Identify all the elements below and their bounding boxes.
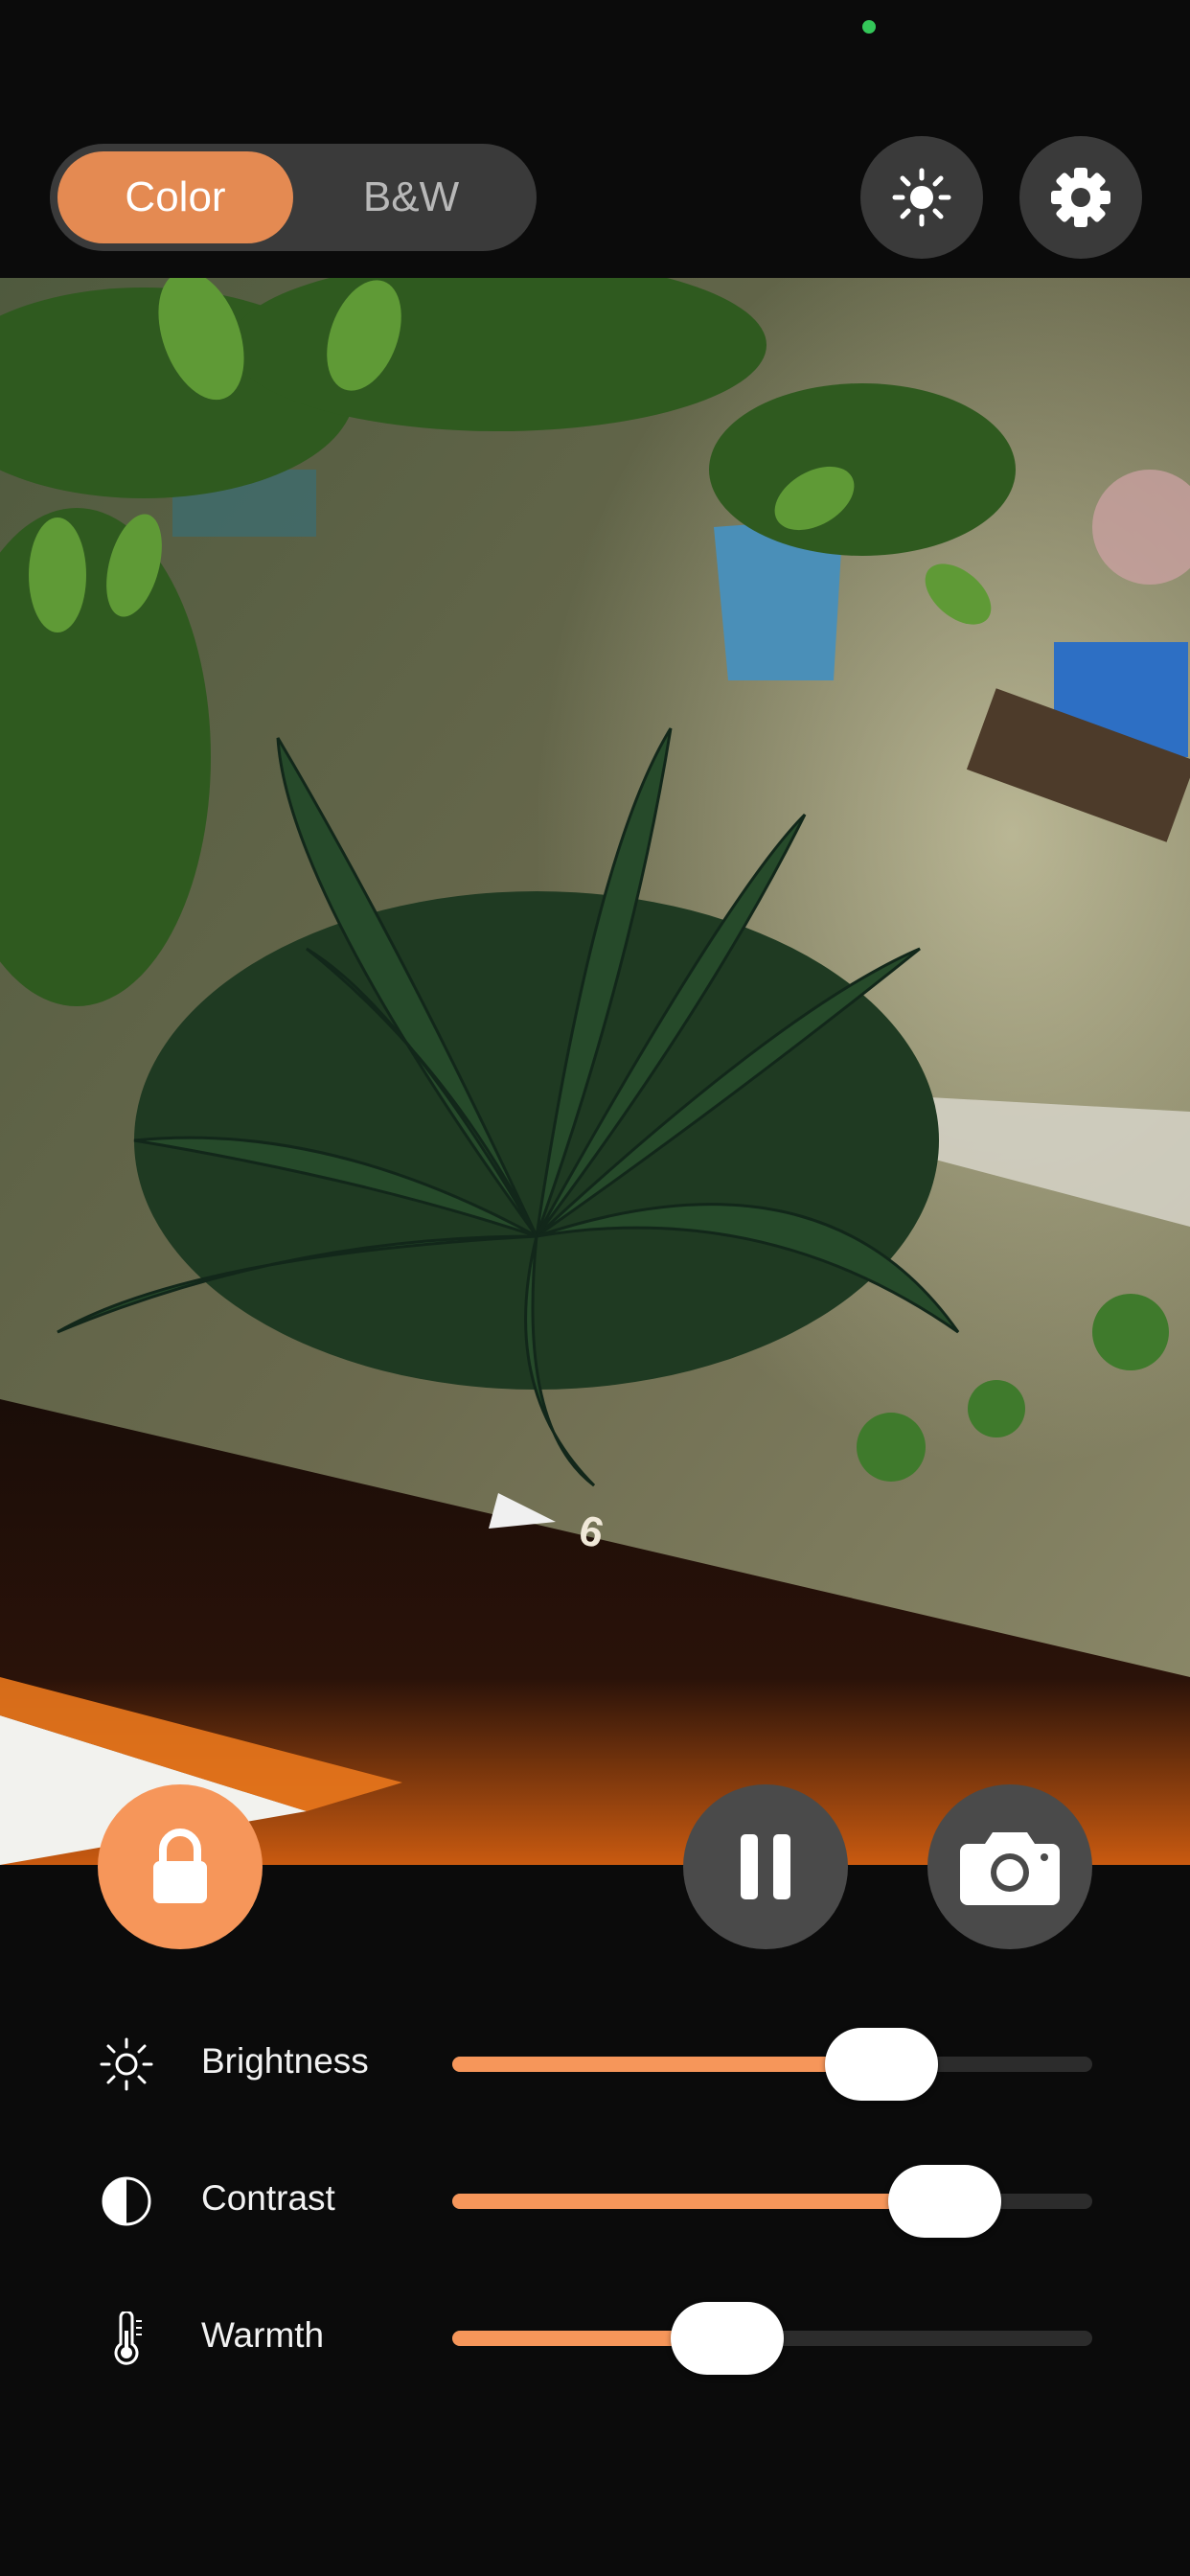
contrast-slider[interactable]: [452, 2165, 1092, 2238]
gear-icon: [1051, 168, 1110, 227]
capture-button[interactable]: [927, 1784, 1092, 1949]
brightness-slider-thumb[interactable]: [824, 2028, 938, 2101]
camera-screen: Color B&W 6 Brightness Contrast Warmth: [0, 0, 1190, 2576]
lock-button[interactable]: [98, 1784, 263, 1949]
camera-in-use-indicator: [862, 20, 876, 34]
warmth-label: Warmth: [201, 2315, 325, 2355]
warmth-slider-thumb[interactable]: [671, 2302, 785, 2375]
camera-preview[interactable]: 6: [0, 278, 1190, 1865]
thermometer-icon: [114, 2312, 142, 2365]
preview-image: 6: [0, 278, 1190, 1865]
warmth-slider[interactable]: [452, 2302, 1092, 2375]
camera-icon: [960, 1832, 1060, 1905]
brightness-label: Brightness: [201, 2041, 369, 2081]
contrast-slider-fill: [452, 2194, 946, 2209]
lock-icon: [153, 1828, 207, 1903]
contrast-label: Contrast: [201, 2178, 335, 2218]
sun-icon: [892, 168, 951, 227]
brightness-slider[interactable]: [452, 2028, 1092, 2101]
warmth-slider-row: Warmth: [0, 2290, 1190, 2386]
sun-icon: [100, 2037, 153, 2091]
brightness-slider-row: Brightness: [0, 2016, 1190, 2112]
pause-button[interactable]: [683, 1784, 848, 1949]
contrast-slider-thumb[interactable]: [888, 2165, 1002, 2238]
mode-color-button[interactable]: Color: [57, 151, 293, 243]
contrast-icon: [102, 2176, 151, 2226]
contrast-slider-row: Contrast: [0, 2153, 1190, 2249]
exposure-button[interactable]: [860, 136, 983, 259]
brightness-slider-fill: [452, 2057, 881, 2072]
color-mode-toggle[interactable]: Color B&W: [50, 144, 537, 251]
pause-icon: [741, 1834, 790, 1899]
settings-button[interactable]: [1019, 136, 1142, 259]
mode-bw-button[interactable]: B&W: [293, 151, 529, 243]
